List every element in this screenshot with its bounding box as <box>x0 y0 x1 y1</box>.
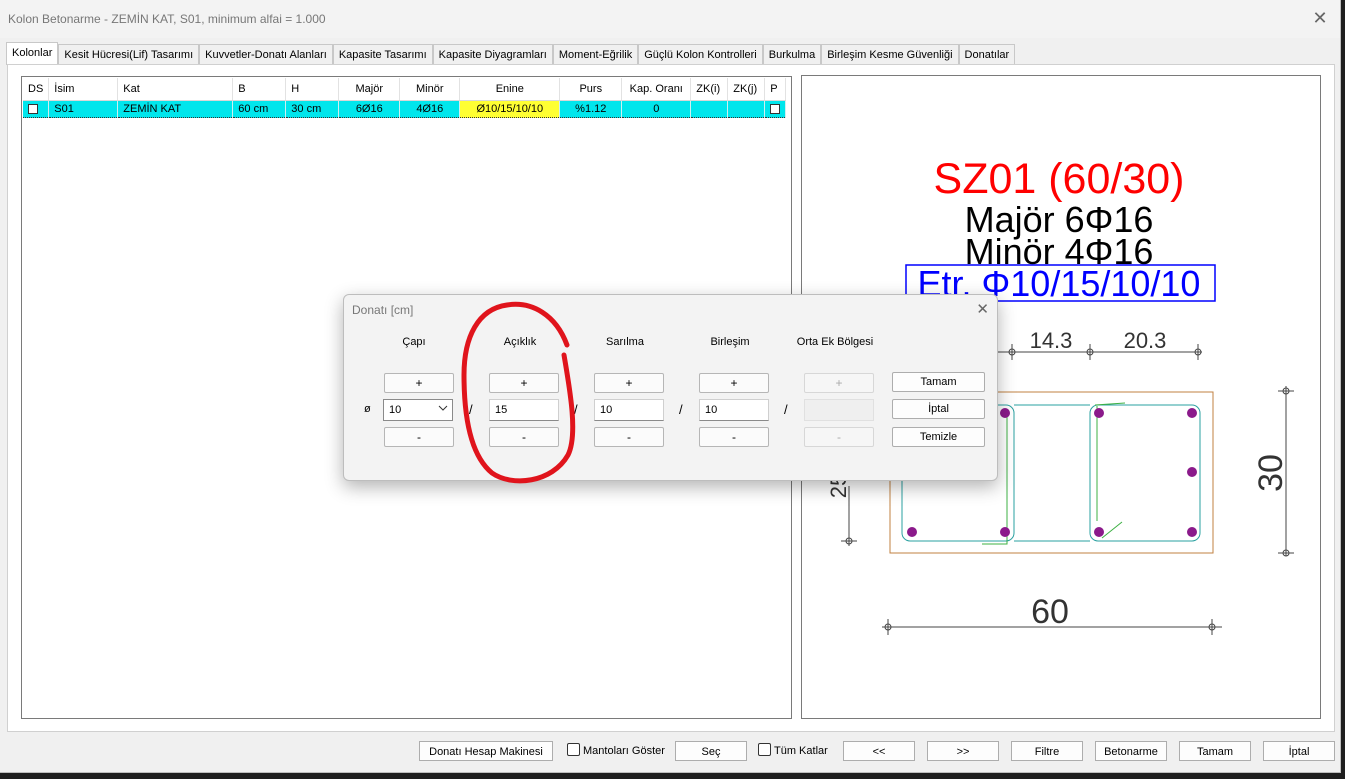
tab-kesit-hucresi[interactable]: Kesit Hücresi(Lif) Tasarımı <box>58 44 200 65</box>
orta-ek-input <box>804 399 874 421</box>
sarilma-minus-button[interactable]: - <box>594 427 664 447</box>
capi-select[interactable]: 10 <box>383 399 453 421</box>
dialog-tamam-button[interactable]: Tamam <box>892 372 985 392</box>
cell-p[interactable] <box>764 100 787 118</box>
tab-kuvvetler-donati[interactable]: Kuvvetler-Donatı Alanları <box>199 44 333 65</box>
dim-bottom: 60 <box>1031 593 1069 631</box>
table-row[interactable]: S01 ZEMİN KAT 60 cm 30 cm 6Ø16 4Ø16 Ø10/… <box>23 100 787 118</box>
cell-kap-orani: 0 <box>621 100 692 118</box>
cell-zkj <box>727 100 766 118</box>
tab-kolonlar[interactable]: Kolonlar <box>6 42 59 65</box>
dim-top-2: 20.3 <box>1124 328 1167 353</box>
header-p[interactable]: P <box>764 78 787 101</box>
slash-4: / <box>784 402 788 417</box>
header-kap-orani[interactable]: Kap. Oranı <box>621 78 692 101</box>
tamam-button[interactable]: Tamam <box>1179 741 1251 761</box>
tum-katlar-checkbox-wrap[interactable]: Tüm Katlar <box>758 741 828 761</box>
header-ds[interactable]: DS <box>23 78 50 101</box>
annotation-circle <box>461 301 576 484</box>
crosstie-right <box>1094 402 1126 539</box>
tab-moment-egrilik[interactable]: Moment-Eğrilik <box>552 44 639 65</box>
header-capi: Çapı <box>402 336 426 348</box>
capi-plus-button[interactable]: + <box>384 373 454 393</box>
cell-kat: ZEMİN KAT <box>117 100 234 118</box>
header-enine[interactable]: Enine <box>459 78 561 101</box>
header-birlesim: Birleşim <box>710 336 750 348</box>
tab-bar: Kolonlar Kesit Hücresi(Lif) Tasarımı Kuv… <box>6 42 1016 65</box>
window-title: Kolon Betonarme - ZEMİN KAT, S01, minimu… <box>8 12 326 26</box>
tab-birlesim-kesme[interactable]: Birleşim Kesme Güvenliği <box>821 44 959 65</box>
tab-guclu-kolon[interactable]: Güçlü Kolon Kontrolleri <box>638 44 763 65</box>
title-bar: Kolon Betonarme - ZEMİN KAT, S01, minimu… <box>0 0 1340 38</box>
tab-kapasite-diyagramlari[interactable]: Kapasite Diyagramları <box>432 44 553 65</box>
mantolar-checkbox[interactable] <box>567 743 580 756</box>
tab-kapasite-tasarimi[interactable]: Kapasite Tasarımı <box>332 44 433 65</box>
mantolar-checkbox-wrap[interactable]: Mantoları Göster <box>567 741 665 761</box>
dim-right: 30 <box>1252 454 1290 492</box>
mantolar-label: Mantoları Göster <box>583 745 665 757</box>
stirrup-right <box>1089 404 1201 542</box>
header-major[interactable]: Majör <box>338 78 401 101</box>
header-zkj[interactable]: ZK(j) <box>727 78 766 101</box>
birlesim-input[interactable]: 10 <box>699 399 769 421</box>
cell-ds[interactable] <box>23 100 50 118</box>
section-title: SZ01 (60/30) <box>934 155 1185 203</box>
cell-major: 6Ø16 <box>338 100 401 118</box>
dialog-close-icon[interactable]: ✕ <box>976 300 989 318</box>
tab-burkulma[interactable]: Burkulma <box>762 44 822 65</box>
header-purs[interactable]: Purs <box>559 78 623 101</box>
slash-3: / <box>679 402 683 417</box>
cell-zki <box>690 100 729 118</box>
cell-enine[interactable]: Ø10/15/10/10 <box>459 100 561 118</box>
orta-ek-minus-button: - <box>804 427 874 447</box>
header-kat[interactable]: Kat <box>117 78 234 101</box>
columns-table: DS İsim Kat B H Majör Minör Enine Purs K… <box>23 78 787 118</box>
tum-katlar-checkbox[interactable] <box>758 743 771 756</box>
ds-checkbox[interactable] <box>28 104 38 115</box>
dialog-iptal-button[interactable]: İptal <box>892 399 985 419</box>
chevron-down-icon <box>438 405 448 411</box>
header-sarilma: Sarılma <box>606 336 644 348</box>
tab-donatilar[interactable]: Donatılar <box>958 44 1016 65</box>
sec-button[interactable]: Seç <box>675 741 747 761</box>
tum-katlar-label: Tüm Katlar <box>774 745 828 757</box>
dim-top-1: 14.3 <box>1030 328 1073 353</box>
next-button[interactable]: >> <box>927 741 999 761</box>
header-minor[interactable]: Minör <box>399 78 461 101</box>
sarilma-plus-button[interactable]: + <box>594 373 664 393</box>
orta-ek-plus-button: + <box>804 373 874 393</box>
cell-b: 60 cm <box>232 100 287 118</box>
capi-value: 10 <box>389 404 402 416</box>
header-h[interactable]: H <box>285 78 340 101</box>
grid-header-row: DS İsim Kat B H Majör Minör Enine Purs K… <box>23 78 787 101</box>
donati-hesap-makinesi-button[interactable]: Donatı Hesap Makinesi <box>419 741 553 761</box>
birlesim-minus-button[interactable]: - <box>699 427 769 447</box>
previous-button[interactable]: << <box>843 741 915 761</box>
bottom-bar: Donatı Hesap Makinesi Mantoları Göster S… <box>0 738 1340 768</box>
donati-dialog: Donatı [cm] ✕ Çapı Açıklık Sarılma Birle… <box>343 294 998 484</box>
cell-minor: 4Ø16 <box>399 100 461 118</box>
iptal-button[interactable]: İptal <box>1263 741 1335 761</box>
cell-isim: S01 <box>48 100 119 118</box>
diameter-symbol: ø <box>364 403 371 415</box>
capi-minus-button[interactable]: - <box>384 427 454 447</box>
filtre-button[interactable]: Filtre <box>1011 741 1083 761</box>
sarilma-input[interactable]: 10 <box>594 399 664 421</box>
cell-h: 30 cm <box>285 100 340 118</box>
close-icon[interactable]: ✕ <box>1310 8 1330 28</box>
cell-purs: %1.12 <box>559 100 623 118</box>
header-orta-ek: Orta Ek Bölgesi <box>796 336 874 348</box>
header-b[interactable]: B <box>232 78 287 101</box>
p-checkbox[interactable] <box>770 104 781 115</box>
dialog-title: Donatı [cm] <box>352 303 414 317</box>
betonarme-button[interactable]: Betonarme <box>1095 741 1167 761</box>
header-isim[interactable]: İsim <box>48 78 119 101</box>
header-zki[interactable]: ZK(i) <box>690 78 729 101</box>
dialog-temizle-button[interactable]: Temizle <box>892 427 985 447</box>
birlesim-plus-button[interactable]: + <box>699 373 769 393</box>
